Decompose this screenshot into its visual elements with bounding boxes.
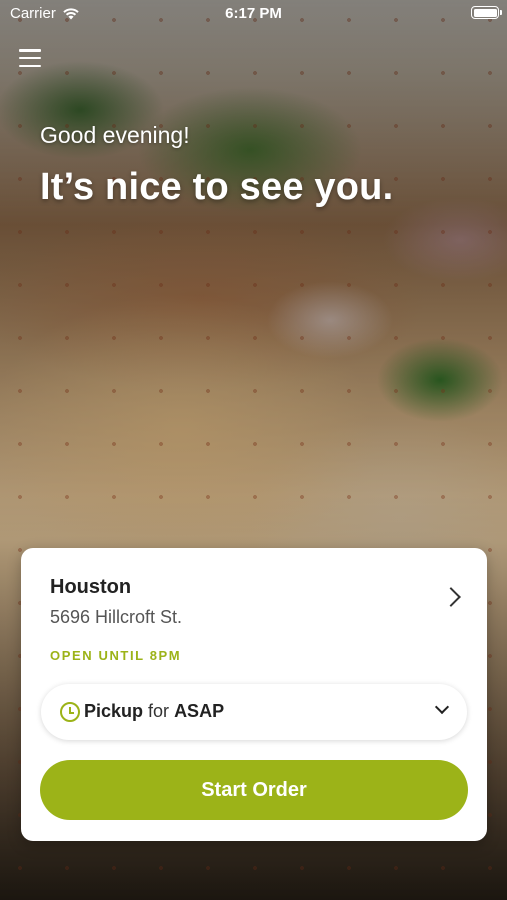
- status-battery-group: [471, 6, 502, 19]
- status-bar: Carrier 6:17 PM: [0, 0, 507, 28]
- order-mode: Pickup: [84, 701, 144, 721]
- order-connector: for: [148, 701, 175, 721]
- pickup-time-dropdown[interactable]: Pickup for ASAP: [41, 684, 467, 740]
- pickup-time-label: Pickup for ASAP: [84, 701, 224, 722]
- order-card: Houston 5696 Hillcroft St. OPEN UNTIL 8P…: [21, 548, 487, 841]
- open-status-label: OPEN UNTIL 8PM: [50, 648, 182, 663]
- hamburger-menu-icon[interactable]: [18, 47, 42, 69]
- greeting-text: Good evening!: [40, 122, 190, 148]
- status-time: 6:17 PM: [225, 5, 282, 22]
- clock-icon: [60, 702, 80, 722]
- menu-line: [19, 49, 41, 52]
- location-name: Houston: [50, 576, 132, 598]
- chevron-down-icon: [434, 699, 450, 715]
- order-time: ASAP: [174, 701, 225, 721]
- start-order-button[interactable]: Start Order: [40, 760, 468, 820]
- location-address: 5696 Hillcroft St.: [50, 607, 183, 627]
- menu-line: [19, 64, 41, 67]
- battery-icon: [471, 6, 502, 19]
- location-selector[interactable]: Houston 5696 Hillcroft St.: [21, 548, 487, 644]
- menu-line: [19, 56, 41, 60]
- chevron-right-icon: [441, 587, 461, 607]
- page-title: It’s nice to see you.: [40, 166, 394, 208]
